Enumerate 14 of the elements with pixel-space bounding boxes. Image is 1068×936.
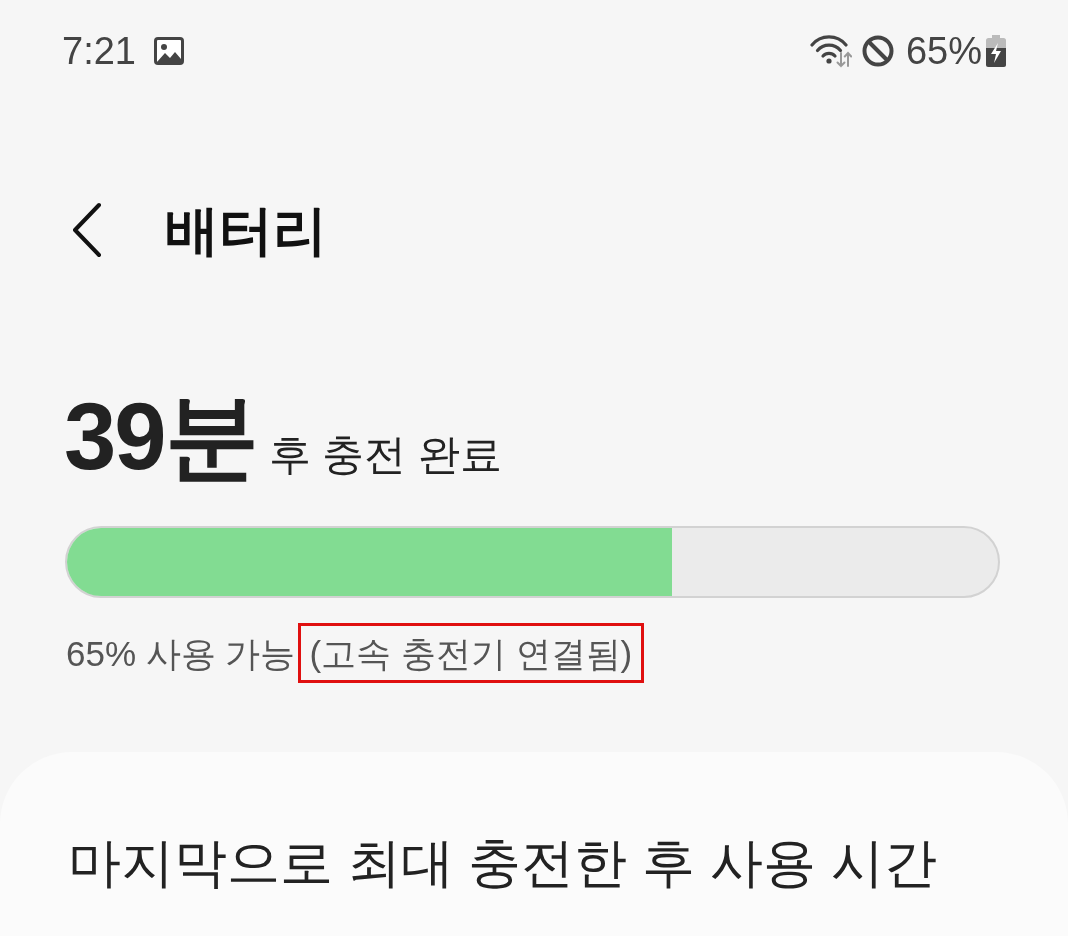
battery-available-text: 65% 사용 가능 bbox=[66, 635, 296, 671]
do-not-disturb-icon bbox=[861, 35, 894, 67]
page-title: 배터리 bbox=[165, 203, 327, 257]
back-icon bbox=[72, 202, 102, 258]
charger-status-text: (고속 충전기 연결됨) bbox=[297, 623, 645, 683]
status-time: 7:21 bbox=[62, 32, 136, 70]
battery-charging-icon bbox=[986, 35, 1006, 67]
usage-section-title: 마지막으로 최대 충전한 후 사용 시간 bbox=[68, 832, 937, 894]
image-notification-icon bbox=[153, 37, 184, 65]
wifi-data-icon bbox=[809, 34, 852, 68]
battery-percent: 65% bbox=[905, 32, 982, 70]
charge-time-remaining: 39분 bbox=[64, 390, 257, 484]
charge-caption: 후 충전 완료 bbox=[268, 434, 502, 476]
back-button[interactable] bbox=[72, 202, 102, 258]
